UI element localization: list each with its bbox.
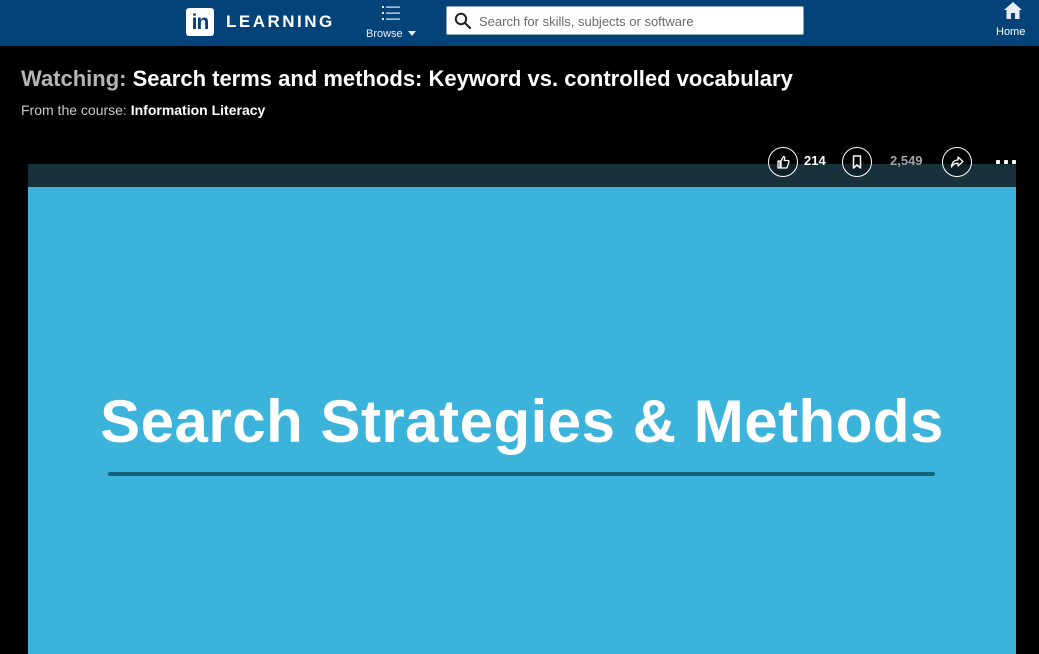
slide-title: Search Strategies & Methods xyxy=(100,388,944,455)
save-button[interactable] xyxy=(842,147,872,177)
like-count: 214 xyxy=(804,153,826,168)
more-icon[interactable] xyxy=(994,150,1020,172)
thumbs-up-icon xyxy=(777,155,790,169)
course-link[interactable]: Information Literacy xyxy=(131,102,266,118)
list-icon xyxy=(382,6,400,20)
top-nav: in LEARNING Browse Home xyxy=(0,0,1039,46)
video-heading: Watching: Search terms and methods: Keyw… xyxy=(21,66,793,92)
browse-button[interactable]: Browse xyxy=(360,2,424,44)
bookmark-icon xyxy=(852,155,862,169)
search-icon xyxy=(454,12,472,30)
like-button[interactable] xyxy=(768,147,798,177)
slide-underline xyxy=(108,472,935,476)
home-button[interactable]: Home xyxy=(992,0,1034,44)
linkedin-logo[interactable]: in xyxy=(186,8,214,36)
course-line: From the course: Information Literacy xyxy=(21,102,265,118)
save-count: 2,549 xyxy=(890,153,923,168)
course-prefix: From the course: xyxy=(21,102,127,118)
watching-prefix: Watching: xyxy=(21,66,127,91)
search-box[interactable] xyxy=(446,6,804,35)
home-label: Home xyxy=(996,26,1026,38)
search-input[interactable] xyxy=(477,10,801,33)
video-title: Search terms and methods: Keyword vs. co… xyxy=(132,66,793,91)
video-frame[interactable]: Search Strategies & Methods xyxy=(28,187,1016,654)
share-icon xyxy=(950,156,964,168)
home-icon xyxy=(1004,2,1022,19)
browse-label: Browse xyxy=(366,28,403,40)
learning-brand[interactable]: LEARNING xyxy=(226,12,335,32)
caret-down-icon xyxy=(408,31,416,36)
video-player[interactable]: Search Strategies & Methods xyxy=(28,164,1016,654)
share-button[interactable] xyxy=(942,147,972,177)
logo-letters: in xyxy=(191,11,210,34)
